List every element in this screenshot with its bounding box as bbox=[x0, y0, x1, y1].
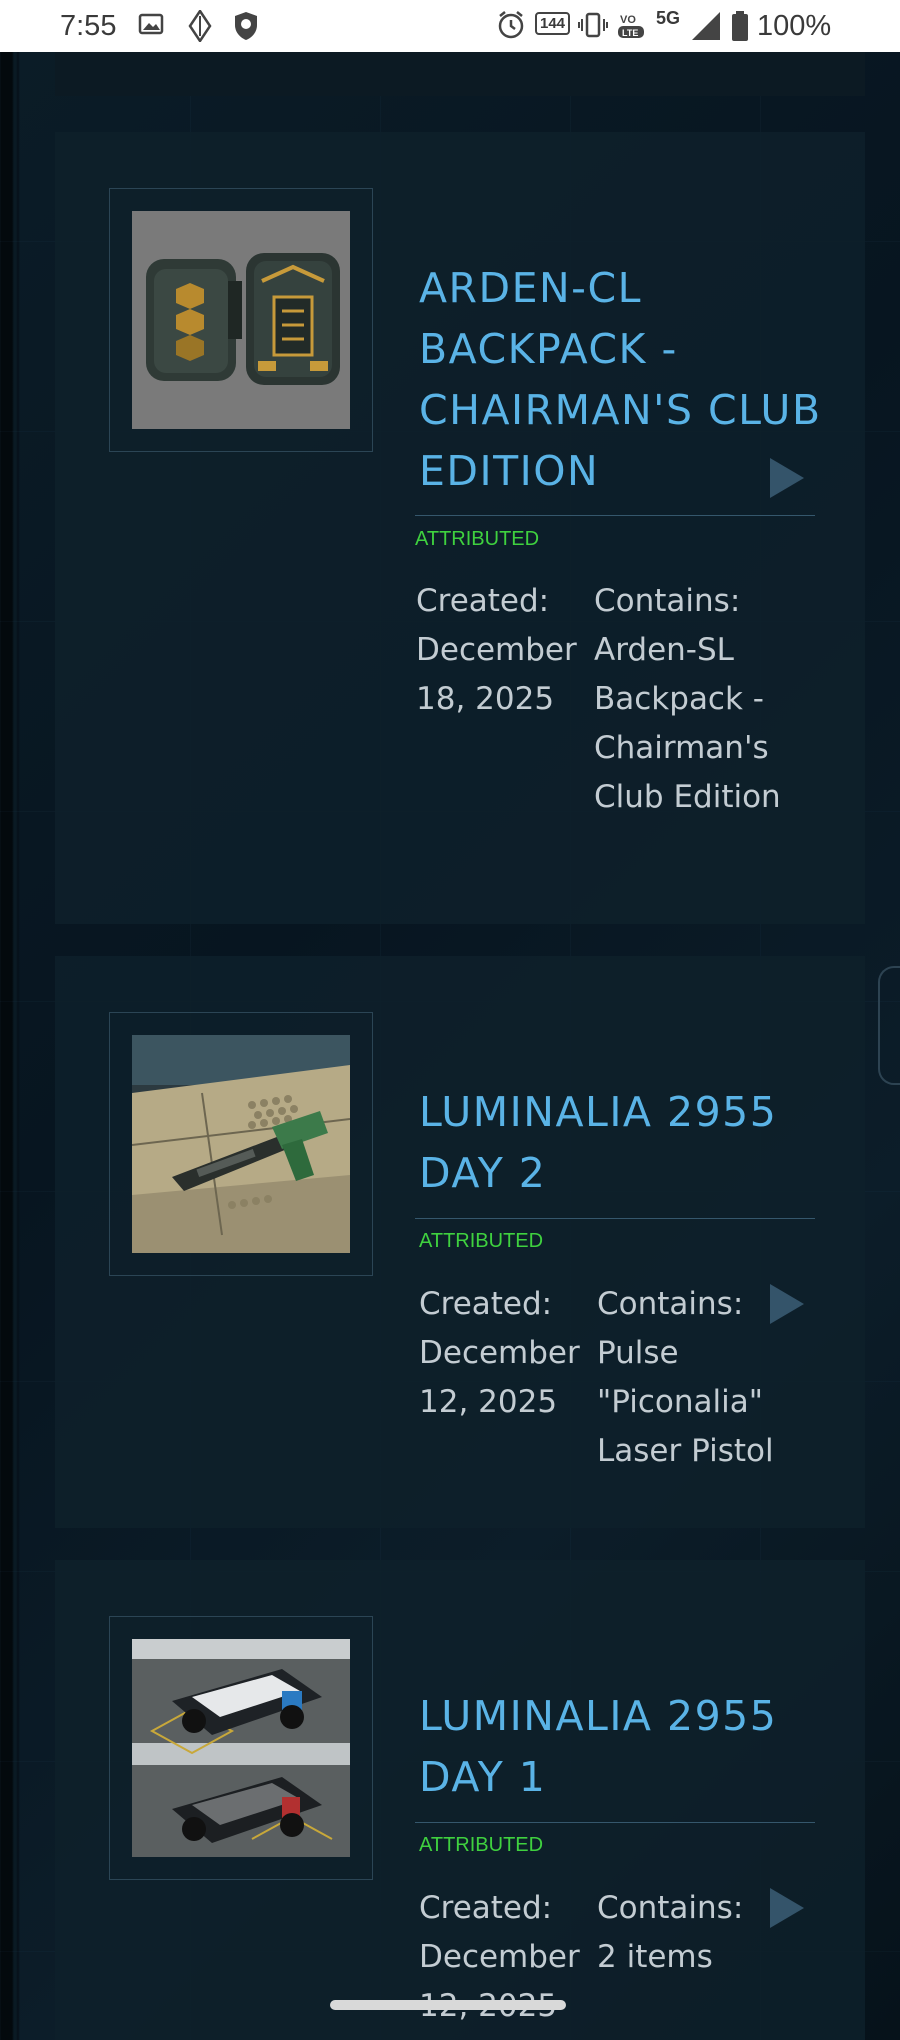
contains-label: Contains: bbox=[597, 1286, 744, 1322]
title-divider bbox=[415, 515, 815, 516]
pledge-title[interactable]: LUMINALIA 2955 DAY 1 bbox=[419, 1686, 839, 1808]
contains-block: Contains: Pulse "Piconalia" Laser Pistol bbox=[597, 1280, 787, 1476]
contains-value: Arden-SL Backpack - Chairman's Club Edit… bbox=[594, 632, 781, 815]
volte-icon: VO LTE bbox=[616, 10, 648, 50]
status-badge: ATTRIBUTED bbox=[415, 528, 540, 550]
svg-text:VO: VO bbox=[620, 14, 636, 26]
title-divider bbox=[415, 1218, 815, 1219]
pistol-image bbox=[131, 1035, 351, 1253]
created-label: Created: bbox=[416, 583, 550, 619]
expand-arrow-icon[interactable] bbox=[770, 1888, 804, 1928]
refresh-rate-icon: 144 bbox=[535, 12, 571, 35]
pledge-card[interactable]: LUMINALIA 2955 DAY 2 ATTRIBUTED Created:… bbox=[55, 956, 865, 1528]
created-date: December 12, 2025 bbox=[419, 1939, 580, 2024]
battery-percent: 100% bbox=[757, 10, 832, 42]
pledge-thumbnail-frame[interactable] bbox=[109, 1012, 373, 1276]
contains-value: 2 items bbox=[597, 1939, 713, 1975]
vibrate-icon bbox=[578, 10, 608, 48]
created-block: Created: December 12, 2025 bbox=[419, 1280, 580, 1427]
created-date: December 18, 2025 bbox=[416, 632, 577, 717]
svg-text:LTE: LTE bbox=[622, 28, 638, 38]
title-divider bbox=[415, 1822, 815, 1823]
pledge-thumbnail-frame[interactable] bbox=[109, 188, 373, 452]
pledge-list-page: ARDEN-CL BACKPACK - CHAIRMAN'S CLUB EDIT… bbox=[0, 52, 900, 2040]
pledge-card[interactable]: LUMINALIA 2955 DAY 1 ATTRIBUTED Created:… bbox=[55, 1560, 865, 2040]
gallery-icon bbox=[137, 10, 165, 46]
status-bar: 7:55 144 VO LTE 5G 100% bbox=[0, 0, 900, 52]
contains-block: Contains: Arden-SL Backpack - Chairman's… bbox=[594, 577, 784, 822]
app-diamond-icon bbox=[187, 8, 213, 50]
pledge-card[interactable]: ARDEN-CL BACKPACK - CHAIRMAN'S CLUB EDIT… bbox=[55, 132, 865, 924]
shield-icon bbox=[232, 10, 260, 50]
battery-icon bbox=[731, 10, 749, 50]
side-drawer-handle[interactable] bbox=[878, 966, 900, 1085]
pledge-thumbnail-frame[interactable] bbox=[109, 1616, 373, 1880]
created-label: Created: bbox=[419, 1890, 553, 1926]
contains-value: Pulse "Piconalia" Laser Pistol bbox=[597, 1335, 774, 1469]
home-indicator[interactable] bbox=[330, 2000, 566, 2010]
expand-arrow-icon[interactable] bbox=[770, 1284, 804, 1324]
status-time: 7:55 bbox=[60, 10, 117, 42]
expand-arrow-icon[interactable] bbox=[770, 458, 804, 498]
network-type: 5G bbox=[656, 8, 681, 28]
created-date: December 12, 2025 bbox=[419, 1335, 580, 1420]
signal-icon bbox=[690, 10, 722, 50]
contains-block: Contains: 2 items bbox=[597, 1884, 787, 1982]
created-block: Created: December 18, 2025 bbox=[416, 577, 577, 724]
status-badge: ATTRIBUTED bbox=[419, 1230, 544, 1252]
pledge-title[interactable]: LUMINALIA 2955 DAY 2 bbox=[419, 1082, 839, 1204]
previous-card-bottom bbox=[55, 52, 865, 96]
contains-label: Contains: bbox=[597, 1890, 744, 1926]
status-badge: ATTRIBUTED bbox=[419, 1834, 544, 1856]
backpack-image bbox=[132, 211, 350, 429]
created-label: Created: bbox=[419, 1286, 553, 1322]
vehicles-image bbox=[132, 1639, 350, 1857]
contains-label: Contains: bbox=[594, 583, 741, 619]
alarm-icon bbox=[497, 10, 525, 48]
